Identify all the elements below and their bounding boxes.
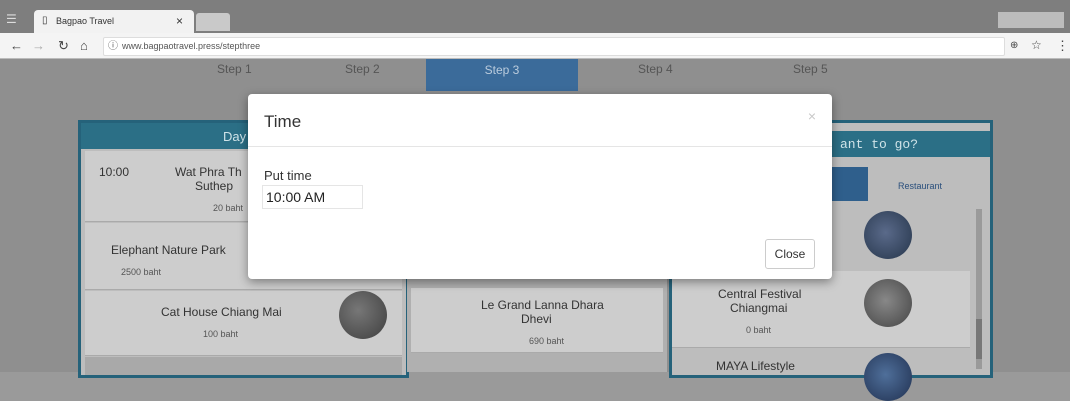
page-icon: ▯ [42,15,48,26]
item-name-line2: Dhevi [521,312,552,326]
item-name: MAYA Lifestyle [716,359,795,373]
item-time: 10:00 [99,165,130,179]
item-price: 100 baht [203,329,239,339]
place-thumbnail [339,291,387,339]
item-name-line1: Central Festival [718,287,802,301]
forward-arrow-icon[interactable]: → [32,37,45,54]
item-name-line1: Le Grand Lanna Dhara [481,298,604,312]
window-controls[interactable] [998,12,1064,28]
place-thumbnail [864,279,912,327]
places-header-text: ant to go? [840,137,919,152]
item-name-line1: Wat Phra Th [175,165,242,179]
scrollbar-thumb[interactable] [976,319,982,359]
modal-close-icon[interactable]: × [808,108,816,124]
step-3-active[interactable]: Step 3 [426,59,578,91]
item-price: 0 baht [746,325,772,335]
item-price: 20 baht [213,203,244,213]
tab-close-icon[interactable]: × [176,14,183,28]
list-item[interactable]: Central Festival Chiangmai 0 baht [672,271,970,348]
back-arrow-icon[interactable]: ← [10,37,23,54]
zoom-icon[interactable]: ⊕ [1010,37,1018,54]
day-header-text: Day [223,129,247,144]
reload-icon[interactable]: ↻ [58,37,69,54]
tab-restaurant[interactable]: Restaurant [898,181,942,191]
item-price: 690 baht [529,336,565,346]
list-item[interactable]: Le Grand Lanna Dhara Dhevi 690 baht [411,288,663,353]
new-tab-button[interactable] [196,13,230,31]
modal-title: Time [264,112,302,131]
item-name: Cat House Chiang Mai [161,305,282,319]
list-item[interactable]: Cat House Chiang Mai 100 baht [85,291,402,356]
info-icon: ⓘ [108,41,118,52]
step-5[interactable]: Step 5 [793,62,828,76]
time-modal: Time × Put time 10:00 AM Close [248,94,832,279]
step-4[interactable]: Step 4 [638,62,673,76]
modal-divider [248,146,832,147]
step-1[interactable]: Step 1 [217,62,252,76]
window-menu-icon[interactable]: ☰ [6,12,22,26]
browser-menu-icon[interactable]: ⋮ [1056,37,1069,54]
time-input[interactable]: 10:00 AM [262,185,363,209]
item-price: 2500 baht [121,267,162,277]
place-thumbnail [864,211,912,259]
close-button[interactable]: Close [765,239,815,269]
browser-tab[interactable]: ▯ Bagpao Travel × [34,10,194,33]
step-2[interactable]: Step 2 [345,62,380,76]
url-field[interactable]: ⓘ www.bagpaotravel.press/stepthree [103,37,1005,56]
item-name-line2: Chiangmai [730,301,788,315]
item-name-line2: Suthep [195,179,234,193]
time-label: Put time [264,168,312,183]
tab-title: Bagpao Travel [56,16,115,26]
list-item[interactable]: MAYA Lifestyle [672,349,970,401]
scrollbar[interactable] [976,209,982,369]
url-text: www.bagpaotravel.press/stepthree [122,41,261,51]
place-thumbnail [864,353,912,401]
list-item-partial [85,357,402,375]
home-icon[interactable]: ⌂ [80,37,88,54]
bookmark-star-icon[interactable]: ☆ [1031,37,1042,54]
item-name: Elephant Nature Park [111,243,226,257]
